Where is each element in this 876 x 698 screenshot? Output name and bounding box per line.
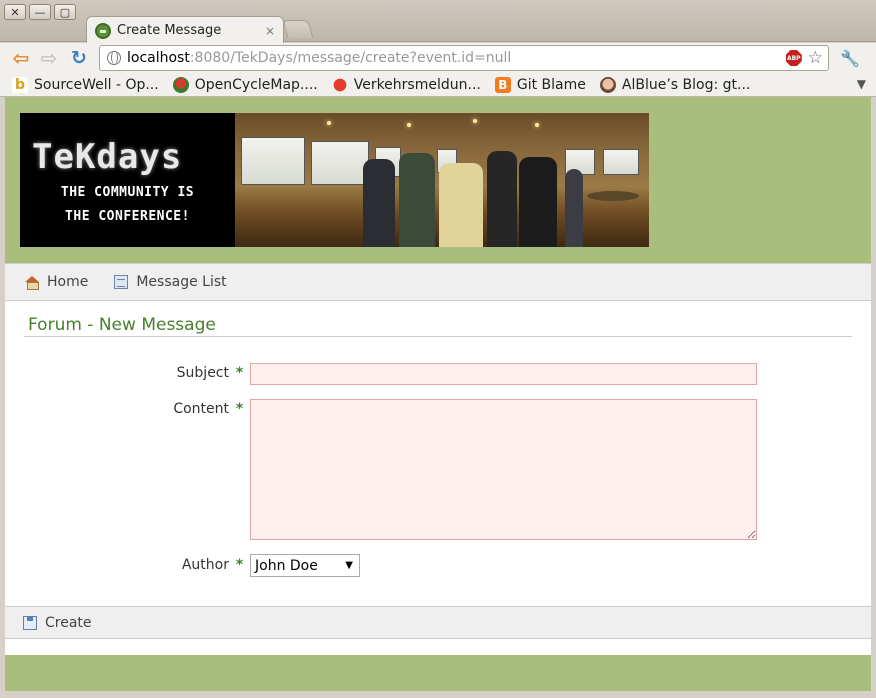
browser-toolbar: ⇦ ⇨ ↻ localhost:8080/TekDays/message/cre… [0, 43, 876, 73]
tekdays-logo[interactable]: TeKdays THE COMMUNITY IS THE CONFERENCE! [20, 113, 235, 247]
bookmark-git-blame[interactable]: B Git Blame [494, 76, 586, 93]
cycle-icon [172, 76, 189, 93]
required-marker: * [235, 401, 244, 417]
content-label: Content [173, 401, 229, 417]
bookmark-label: AlBlue’s Blog: gt... [621, 76, 751, 93]
window-controls: ✕ — ▢ [4, 4, 76, 20]
adblock-icon[interactable]: ABP [785, 50, 802, 66]
subject-label: Subject [176, 365, 229, 381]
logo-tagline-2: THE CONFERENCE! [65, 209, 190, 224]
address-bar[interactable]: localhost:8080/TekDays/message/create?ev… [99, 45, 829, 71]
bookmark-alblue-blog[interactable]: AlBlue’s Blog: gt... [599, 76, 751, 93]
main-content: Forum - New Message Subject * Content * … [5, 301, 871, 577]
back-arrow-icon[interactable]: ⇦ [10, 46, 32, 70]
create-button[interactable]: Create [23, 615, 92, 631]
site-header: TeKdays THE COMMUNITY IS THE CONFERENCE! [5, 97, 871, 263]
page-title: Forum - New Message [24, 315, 852, 337]
site-footer [5, 655, 871, 691]
blogger-icon: B [494, 76, 511, 93]
nav-message-list-link[interactable]: Message List [114, 274, 227, 290]
nav-home-link[interactable]: Home [25, 274, 88, 290]
traffic-icon [331, 76, 348, 93]
bookmark-label: OpenCycleMap.... [194, 76, 318, 93]
bookmarks-bar: b SourceWell - Op... OpenCycleMap.... Ve… [0, 73, 876, 97]
bookmark-verkehrsmeldungen[interactable]: Verkehrsmeldun... [331, 76, 481, 93]
reload-icon[interactable]: ↻ [68, 47, 90, 69]
content-textarea[interactable] [250, 399, 757, 540]
tab-close-icon[interactable]: × [265, 24, 275, 38]
tab-title: Create Message [117, 23, 222, 38]
maximize-window-button[interactable]: ▢ [54, 4, 76, 20]
page-viewport: TeKdays THE COMMUNITY IS THE CONFERENCE! [5, 97, 871, 691]
forward-arrow-icon[interactable]: ⇨ [38, 46, 60, 70]
close-window-button[interactable]: ✕ [4, 4, 26, 20]
b-icon: b [12, 76, 28, 93]
author-label: Author [181, 557, 229, 573]
nav-message-list-label: Message List [136, 274, 227, 290]
author-row: Author * John Doe ▼ [24, 554, 852, 577]
save-icon [23, 615, 37, 630]
author-select[interactable]: John Doe ▼ [250, 554, 360, 577]
home-icon [25, 276, 39, 290]
browser-titlebar: ✕ — ▢ Create Message × [0, 0, 876, 44]
required-marker: * [235, 557, 244, 573]
form-buttons-bar: Create [5, 606, 871, 639]
author-selected-value: John Doe [255, 557, 318, 574]
site-banner: TeKdays THE COMMUNITY IS THE CONFERENCE! [20, 113, 649, 247]
logo-wordmark: TeKdays [32, 137, 183, 177]
bookmark-label: SourceWell - Op... [34, 76, 159, 93]
bookmark-label: Verkehrsmeldun... [353, 76, 481, 93]
subject-input[interactable] [250, 363, 757, 385]
bookmark-label: Git Blame [516, 76, 586, 93]
subject-row: Subject * [24, 363, 852, 385]
required-marker: * [235, 365, 244, 381]
bookmark-star-icon[interactable]: ☆ [808, 48, 823, 68]
create-button-label: Create [45, 614, 92, 631]
logo-tagline-1: THE COMMUNITY IS [60, 185, 195, 200]
new-tab-button[interactable] [282, 20, 314, 38]
new-message-form: Subject * Content * Author * John Doe ▼ [24, 363, 852, 577]
favicon-icon [95, 22, 111, 39]
bookmark-sourcewell[interactable]: b SourceWell - Op... [12, 76, 159, 93]
url-path: :8080/TekDays/message/create?event.id=nu… [189, 50, 512, 66]
bookmarks-overflow-icon[interactable]: ▼ [857, 77, 866, 91]
content-row: Content * [24, 399, 852, 540]
nav-home-label: Home [47, 274, 89, 290]
wrench-icon[interactable]: 🔧 [840, 49, 860, 68]
globe-icon [107, 51, 121, 65]
conference-photo [235, 113, 649, 247]
dropdown-arrow-icon: ▼ [345, 560, 353, 571]
url-text[interactable]: localhost:8080/TekDays/message/create?ev… [127, 50, 786, 66]
browser-tab[interactable]: Create Message × [86, 16, 284, 44]
avatar-icon [599, 76, 616, 93]
nav-menu: Home Message List [5, 263, 871, 301]
url-host: localhost [127, 50, 190, 66]
list-icon [114, 275, 129, 289]
minimize-window-button[interactable]: — [29, 4, 51, 20]
bookmark-opencyclemap[interactable]: OpenCycleMap.... [172, 76, 318, 93]
